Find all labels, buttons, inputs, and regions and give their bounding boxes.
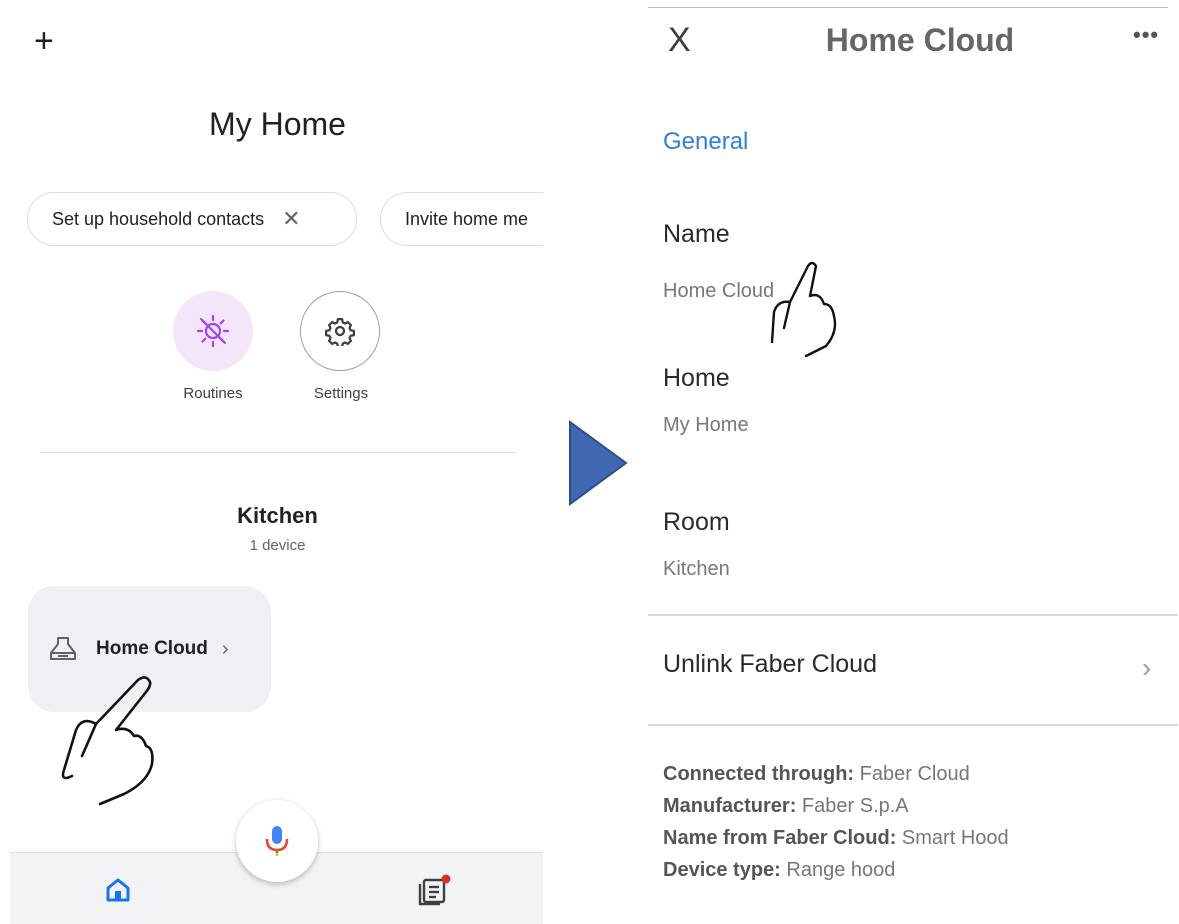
home-label: Home <box>663 364 730 392</box>
chevron-right-icon: › <box>221 637 229 660</box>
info-value: Range hood <box>786 859 896 881</box>
page-title: My Home <box>209 106 346 142</box>
microphone-icon <box>265 826 289 856</box>
gear-icon <box>325 318 355 346</box>
name-label: Name <box>663 220 730 248</box>
device-name: Home Cloud <box>96 638 208 659</box>
unlink-faber-cloud-button[interactable]: Unlink Faber Cloud <box>663 650 877 679</box>
home-value[interactable]: My Home <box>663 414 749 437</box>
info-name-from-cloud: Name from Faber Cloud: Smart Hood <box>663 826 1009 850</box>
divider <box>648 614 1178 616</box>
chip-invite-home-members[interactable]: Invite home me <box>380 192 543 246</box>
left-phone-screen: + My Home Set up household contacts ✕ In… <box>0 0 545 924</box>
routines-icon <box>196 314 230 348</box>
chip-label: Set up household contacts <box>52 208 265 229</box>
room-value[interactable]: Kitchen <box>663 558 730 581</box>
close-icon[interactable]: ✕ <box>282 206 300 232</box>
chip-label: Invite home me <box>405 208 529 229</box>
more-options-button[interactable]: ••• <box>1133 22 1159 48</box>
home-icon[interactable] <box>104 876 132 904</box>
info-value: Smart Hood <box>901 827 1009 849</box>
device-settings-title: Home Cloud <box>825 22 1015 58</box>
info-value: Faber S.p.A <box>801 795 909 817</box>
info-key: Connected through: <box>663 763 855 785</box>
info-manufacturer: Manufacturer: Faber S.p.A <box>663 794 909 818</box>
info-connected-through: Connected through: Faber Cloud <box>663 762 970 786</box>
info-key: Name from Faber Cloud: <box>663 827 897 849</box>
info-device-type: Device type: Range hood <box>663 858 895 882</box>
top-divider <box>648 7 1168 8</box>
settings-label: Settings <box>313 385 369 402</box>
add-button[interactable]: + <box>34 24 54 58</box>
close-button[interactable]: X <box>668 20 691 60</box>
info-value: Faber Cloud <box>859 763 970 785</box>
info-key: Device type: <box>663 859 781 881</box>
chevron-right-icon[interactable]: › <box>1142 652 1151 684</box>
info-key: Manufacturer: <box>663 795 797 817</box>
routines-label: Routines <box>183 385 243 402</box>
left-screen-clip: + My Home Set up household contacts ✕ In… <box>0 0 543 924</box>
chip-household-contacts[interactable]: Set up household contacts ✕ <box>27 192 357 246</box>
room-label: Room <box>663 508 730 536</box>
divider <box>40 452 516 453</box>
feed-icon[interactable] <box>418 874 452 906</box>
name-value[interactable]: Home Cloud <box>663 280 774 303</box>
routines-button[interactable] <box>173 291 253 371</box>
section-header-general: General <box>663 128 749 155</box>
pointing-hand-icon <box>61 676 154 806</box>
pointing-hand-icon <box>770 261 837 358</box>
settings-button[interactable] <box>300 291 380 371</box>
device-count: 1 device <box>249 537 306 554</box>
voice-assistant-button[interactable] <box>236 800 318 882</box>
play-arrow-icon <box>569 420 628 506</box>
range-hood-icon <box>50 637 76 660</box>
divider <box>648 724 1178 726</box>
room-title: Kitchen <box>237 503 318 528</box>
